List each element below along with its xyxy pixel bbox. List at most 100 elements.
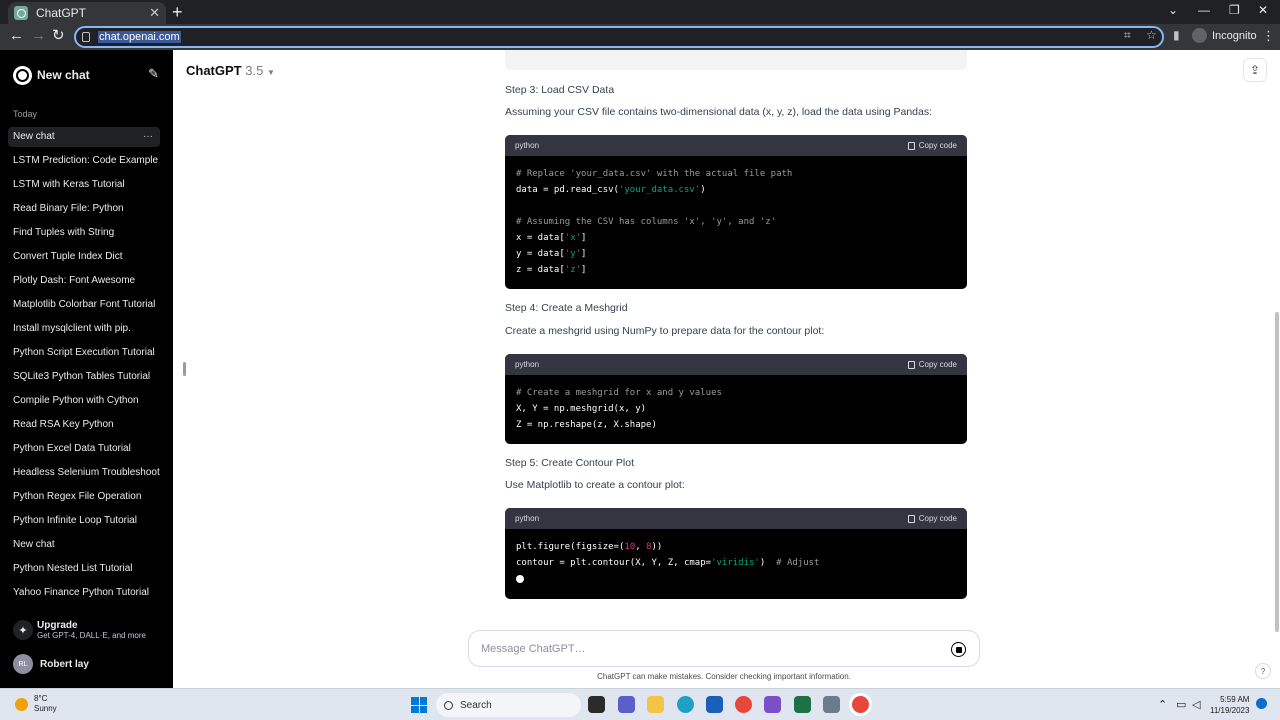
message-input[interactable]	[481, 642, 921, 655]
file-explorer-icon[interactable]	[647, 696, 664, 713]
sidebar-history-item[interactable]: Read Binary File: Python	[8, 199, 160, 219]
code-header: python Copy code	[505, 354, 967, 375]
edge-icon[interactable]	[677, 696, 694, 713]
code-line: plt.figure(figsize=(10, 8))	[516, 542, 663, 552]
address-bar[interactable]: chat.openai.com	[74, 26, 1164, 48]
close-window-button[interactable]: ✕	[1258, 3, 1268, 17]
more-options-icon[interactable]: ···	[143, 127, 153, 147]
weather-temp: 8°C	[34, 694, 48, 703]
copy-code-button[interactable]: Copy code	[907, 141, 957, 150]
code-line: # Replace 'your_data.csv' with the actua…	[516, 169, 793, 179]
scrollbar[interactable]	[1275, 312, 1279, 632]
code-line: # Assuming the CSV has columns 'x', 'y',…	[516, 217, 777, 227]
url-text[interactable]: chat.openai.com	[98, 31, 181, 43]
notification-icon[interactable]	[1256, 698, 1267, 709]
vpn-app-icon[interactable]	[764, 696, 781, 713]
forward-button[interactable]: →	[31, 28, 46, 44]
sidebar-history-item[interactable]: Headless Selenium Troubleshoot	[8, 463, 160, 483]
taskbar-clock[interactable]: 5:59 AM 11/19/2023	[1210, 694, 1249, 716]
browser-tab[interactable]: ChatGPT ✕	[8, 2, 166, 24]
maximize-button[interactable]: ❐	[1229, 3, 1240, 17]
sidebar-history-item[interactable]: New chat	[8, 535, 160, 555]
chatgpt-favicon-icon	[14, 6, 28, 20]
sidebar-history-item[interactable]: Python Nested List Tutorial	[8, 559, 160, 579]
chevron-down-icon: ▼	[266, 68, 275, 77]
code-content: # Create a meshgrid for x and y values X…	[505, 375, 967, 443]
incognito-eye-icon[interactable]: ⌗	[1124, 28, 1131, 43]
sidebar-history-item[interactable]: Find Tuples with String	[8, 223, 160, 243]
sidebar-history-item[interactable]: Matplotlib Colorbar Font Tutorial	[8, 295, 160, 315]
share-icon[interactable]: ⇪	[1243, 58, 1267, 82]
windows-taskbar: 8°C Sunny Search ⌃ ▭ ◁ 5:59 AM 11/19/202…	[0, 688, 1280, 720]
copy-code-button[interactable]: Copy code	[907, 360, 957, 369]
volume-icon[interactable]: ◁	[1192, 698, 1200, 711]
sidebar-resize-handle[interactable]	[183, 362, 186, 376]
upgrade-button[interactable]: ✦ Upgrade Get GPT-4, DALL·E, and more	[13, 620, 163, 640]
clock-date: 11/19/2023	[1210, 706, 1250, 715]
sidebar-history-item[interactable]: New chat ···	[8, 127, 160, 147]
sidebar-history-item[interactable]: Read RSA Key Python	[8, 415, 160, 435]
sidebar-history-item[interactable]: Compile Python with Cython	[8, 391, 160, 411]
code-line: data = pd.read_csv('your_data.csv')	[516, 185, 706, 195]
sidebar-history-item[interactable]: Python Script Execution Tutorial	[8, 343, 160, 363]
sidebar-history-item[interactable]: Install mysqlclient with pip.	[8, 319, 160, 339]
incognito-avatar-icon	[1192, 28, 1207, 43]
step-3-heading: Step 3: Load CSV Data	[505, 84, 615, 96]
code-content: # Replace 'your_data.csv' with the actua…	[505, 156, 967, 288]
tray-chevron-icon[interactable]: ⌃	[1158, 698, 1167, 711]
new-chat-button[interactable]: New chat ✎	[13, 64, 163, 86]
sidebar-history-item[interactable]: Python Infinite Loop Tutorial	[8, 511, 160, 531]
sidebar-history-item[interactable]: LSTM with Keras Tutorial	[8, 175, 160, 195]
tab-search-icon[interactable]: ⌄	[1168, 3, 1178, 17]
incognito-profile[interactable]: Incognito	[1192, 28, 1257, 43]
sidebar-history-item[interactable]: Python Excel Data Tutorial	[8, 439, 160, 459]
sidebar-history-item[interactable]: Convert Tuple Index Dict	[8, 247, 160, 267]
network-icon[interactable]: ▭	[1176, 698, 1186, 711]
model-name: ChatGPT	[186, 63, 242, 78]
teams-icon[interactable]	[618, 696, 635, 713]
minimize-button[interactable]: —	[1198, 3, 1210, 17]
step-5-text: Use Matplotlib to create a contour plot:	[505, 479, 685, 491]
sidebar-history-item[interactable]: LSTM Prediction: Code Example	[8, 151, 160, 171]
code-line: X, Y = np.meshgrid(x, y)	[516, 404, 647, 414]
weather-desc: Sunny	[34, 704, 57, 713]
taskbar-search[interactable]: Search	[436, 693, 581, 717]
chrome-icon[interactable]	[735, 696, 752, 713]
back-button[interactable]: ←	[9, 28, 24, 44]
help-button[interactable]: ?	[1255, 663, 1271, 679]
tab-close-icon[interactable]: ✕	[149, 5, 160, 21]
openai-logo-icon	[13, 65, 32, 85]
store-icon[interactable]	[706, 696, 723, 713]
user-menu[interactable]: RL Robert lay	[13, 654, 89, 674]
remote-desktop-icon[interactable]	[823, 696, 840, 713]
upgrade-title: Upgrade	[37, 620, 78, 631]
new-tab-button[interactable]: +	[172, 2, 183, 22]
code-line: Z = np.reshape(z, X.shape)	[516, 420, 657, 430]
copy-code-button[interactable]: Copy code	[907, 514, 957, 523]
code-header: python Copy code	[505, 508, 967, 529]
sun-icon	[15, 697, 28, 711]
reload-button[interactable]: ↻	[52, 28, 65, 44]
side-panel-icon[interactable]: ▮	[1173, 28, 1180, 42]
user-name: Robert lay	[40, 658, 89, 670]
copy-code-label: Copy code	[918, 141, 957, 150]
excel-icon[interactable]	[794, 696, 811, 713]
weather-widget[interactable]: 8°C Sunny	[15, 694, 57, 714]
bookmark-star-icon[interactable]: ☆	[1146, 28, 1157, 42]
chrome-active-icon[interactable]	[852, 696, 869, 713]
sidebar-history-item[interactable]: Plotly Dash: Font Awesome	[8, 271, 160, 291]
task-view-icon[interactable]	[588, 696, 605, 713]
model-selector[interactable]: ChatGPT 3.5 ▼	[186, 63, 275, 78]
windows-start-icon[interactable]	[411, 697, 427, 713]
taskbar-search-label: Search	[460, 699, 492, 711]
sidebar-history-item[interactable]: Yahoo Finance Python Tutorial	[8, 583, 160, 603]
sidebar-history-item[interactable]: Python Regex File Operation	[8, 487, 160, 507]
code-block: python Copy code # Create a meshgrid for…	[505, 354, 967, 444]
sidebar-history-item[interactable]: SQLite3 Python Tables Tutorial	[8, 367, 160, 387]
browser-menu-icon[interactable]: ⋮	[1262, 28, 1275, 44]
step-4-heading: Step 4: Create a Meshgrid	[505, 302, 628, 314]
edit-icon[interactable]: ✎	[148, 66, 159, 82]
stop-generating-button[interactable]	[951, 642, 966, 657]
copy-code-label: Copy code	[918, 360, 957, 369]
model-version: 3.5	[245, 63, 264, 78]
